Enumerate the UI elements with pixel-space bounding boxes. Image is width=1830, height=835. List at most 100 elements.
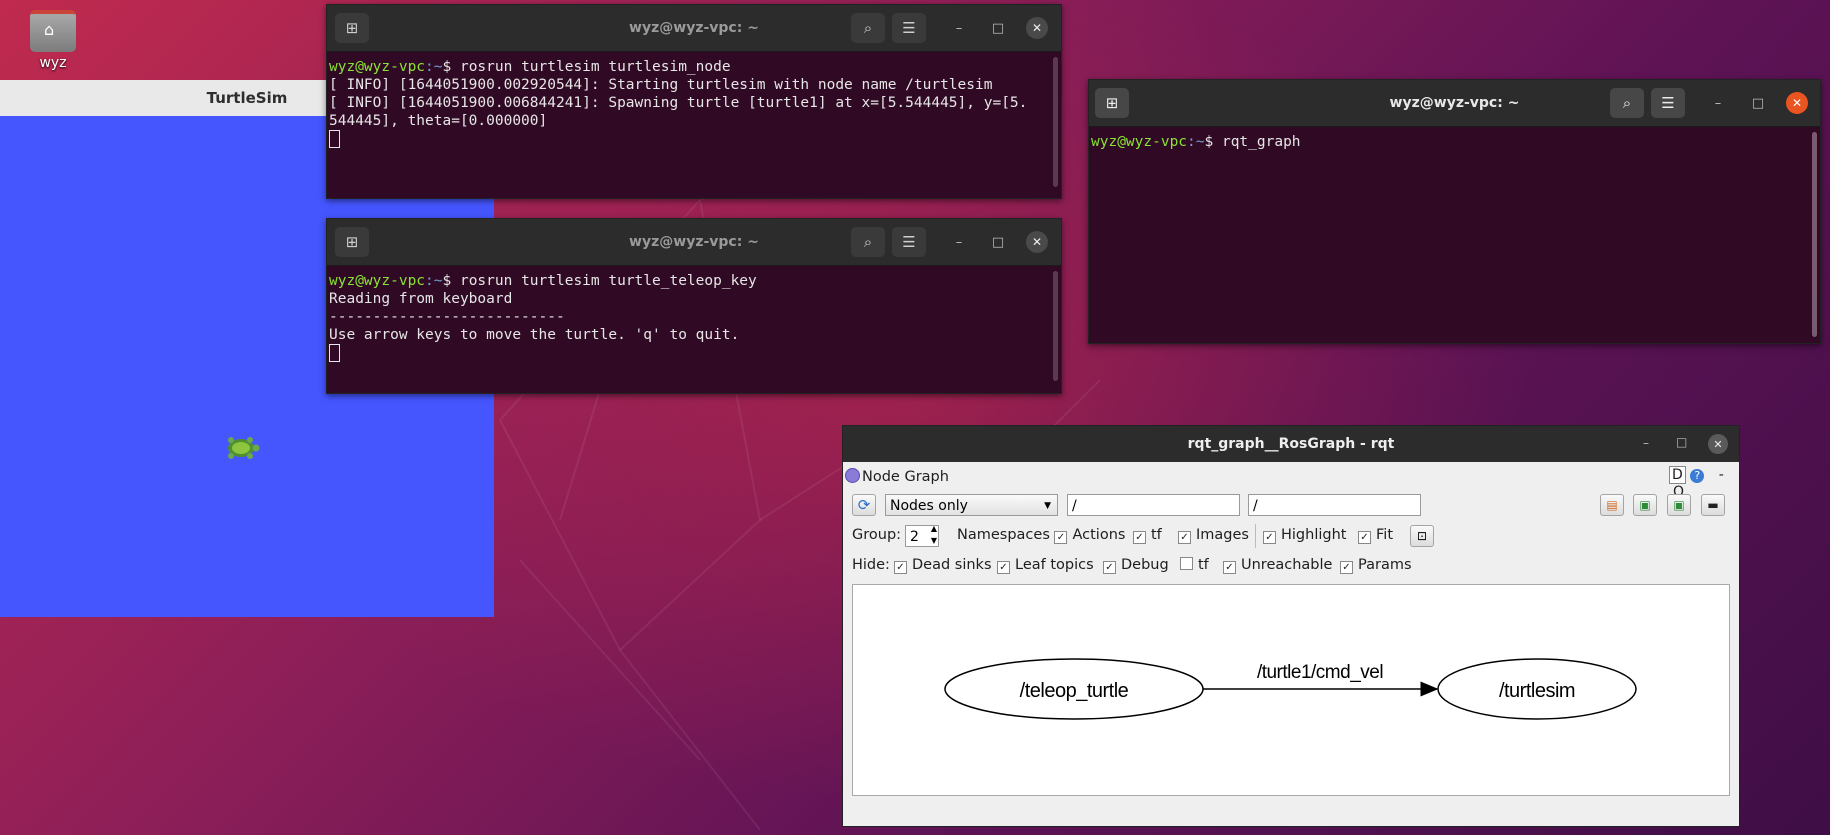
leaf-topics-checkbox[interactable]: ✓ — [997, 561, 1010, 574]
minimize-icon[interactable]: – — [1707, 92, 1729, 114]
maximize-icon[interactable]: □ — [987, 17, 1009, 39]
namespaces-option[interactable]: Namespaces ✓ Actions — [957, 527, 1125, 544]
edge-cmd-vel-label: /turtle1/cmd_vel — [1257, 662, 1383, 683]
terminal-rqt-graph[interactable]: ⊞ wyz@wyz-vpc: ~ ⌕ ☰ – □ ✕ wyz@wyz-vpc:~… — [1088, 79, 1821, 344]
images-checkbox[interactable]: ✓ — [1178, 531, 1191, 544]
highlight-option[interactable]: ✓ Highlight — [1263, 527, 1346, 544]
prompt-path: :~ — [1187, 134, 1205, 150]
highlight-checkbox[interactable]: ✓ — [1263, 531, 1276, 544]
terminal-output[interactable]: wyz@wyz-vpc:~$ rosrun turtlesim turtle_t… — [327, 266, 1061, 364]
node-turtlesim-label: /turtlesim — [1499, 680, 1575, 702]
home-icon: ⌂ — [44, 20, 55, 39]
save-image-icon[interactable]: ▬ — [1701, 494, 1725, 516]
hamburger-menu-icon[interactable]: ☰ — [892, 227, 926, 257]
save-dot-icon[interactable]: ▣ — [1633, 494, 1657, 516]
terminal-output[interactable]: wyz@wyz-vpc:~$ rosrun turtlesim turtlesi… — [327, 52, 1061, 150]
spin-arrows-icon[interactable]: ▲ ▼ — [931, 523, 937, 547]
save-svg-icon[interactable]: ▣ — [1667, 494, 1691, 516]
hide-tf-option[interactable]: tf — [1180, 557, 1209, 573]
terminal-turtlesim-node[interactable]: ⊞ wyz@wyz-vpc: ~ ⌕ ☰ – □ ✕ wyz@wyz-vpc:~… — [326, 4, 1062, 199]
new-tab-icon[interactable]: ⊞ — [335, 13, 369, 43]
rqt-title: rqt_graph__RosGraph - rqt — [1187, 436, 1395, 452]
topic-filter-input[interactable]: / — [1248, 494, 1421, 516]
plugin-dock-button[interactable]: D — [1669, 466, 1686, 484]
tf-checkbox[interactable]: ✓ — [1133, 531, 1146, 544]
plugin-title: Node Graph — [862, 469, 949, 485]
minimize-icon[interactable]: – — [948, 231, 970, 253]
desktop-home-icon[interactable]: ⌂ wyz — [28, 10, 78, 71]
prompt-user: wyz@wyz-vpc — [329, 273, 426, 289]
new-tab-icon[interactable]: ⊞ — [335, 227, 369, 257]
hide-tf-label: tf — [1198, 557, 1209, 573]
leaf-topics-label: Leaf topics — [1015, 557, 1094, 573]
images-option[interactable]: ✓ Images — [1178, 527, 1249, 544]
debug-label: Debug — [1121, 557, 1169, 573]
terminal-teleop-key[interactable]: ⊞ wyz@wyz-vpc: ~ ⌕ ☰ – □ ✕ wyz@wyz-vpc:~… — [326, 218, 1062, 394]
search-icon[interactable]: ⌕ — [851, 13, 885, 43]
close-icon[interactable]: ✕ — [1708, 434, 1728, 454]
mode-select[interactable]: Nodes only ▼ — [885, 494, 1058, 516]
scrollbar[interactable] — [1053, 57, 1058, 187]
search-icon[interactable]: ⌕ — [851, 227, 885, 257]
fit-option[interactable]: ✓ Fit — [1358, 527, 1393, 544]
group-spinbox[interactable]: 2 ▲ ▼ — [905, 523, 939, 547]
hide-tf-checkbox[interactable] — [1180, 557, 1193, 570]
node-teleop-turtle-label: /teleop_turtle — [1020, 680, 1129, 702]
scrollbar[interactable] — [1812, 132, 1817, 337]
plugin-header: Node Graph — [845, 468, 949, 485]
scrollbar[interactable] — [1053, 271, 1058, 381]
maximize-icon[interactable]: □ — [1676, 435, 1687, 449]
rqt-titlebar[interactable]: rqt_graph__RosGraph - rqt – □ ✕ — [843, 426, 1739, 462]
leaf-topics-option[interactable]: ✓ Leaf topics — [997, 557, 1094, 574]
hamburger-menu-icon[interactable]: ☰ — [892, 13, 926, 43]
close-icon[interactable]: ✕ — [1026, 17, 1048, 39]
command-text: $ rosrun turtlesim turtle_teleop_key — [442, 273, 757, 289]
unreachable-checkbox[interactable]: ✓ — [1223, 561, 1236, 574]
group-label: Group: — [852, 527, 902, 543]
fit-in-view-icon[interactable]: ⊡ — [1410, 525, 1434, 547]
params-label: Params — [1358, 557, 1412, 573]
prompt-path: :~ — [425, 273, 443, 289]
images-label: Images — [1196, 527, 1249, 543]
close-icon[interactable]: ✕ — [1786, 92, 1808, 114]
new-tab-icon[interactable]: ⊞ — [1095, 88, 1129, 118]
graph-canvas[interactable]: /teleop_turtle /turtlesim /turtle1/cmd_v… — [852, 584, 1730, 796]
command-text: $ rosrun turtlesim turtlesim_node — [442, 59, 731, 75]
text-cursor — [329, 130, 340, 148]
plugin-icon — [845, 468, 860, 483]
rqt-window[interactable]: rqt_graph__RosGraph - rqt – □ ✕ Node Gra… — [842, 425, 1740, 827]
dead-sinks-option[interactable]: ✓ Dead sinks — [894, 557, 992, 574]
tf-option[interactable]: ✓ tf — [1133, 527, 1162, 544]
tf-label: tf — [1151, 527, 1162, 543]
separator — [1255, 524, 1256, 548]
params-checkbox[interactable]: ✓ — [1340, 561, 1353, 574]
unreachable-option[interactable]: ✓ Unreachable — [1223, 557, 1332, 574]
node-filter-input[interactable]: / — [1067, 494, 1240, 516]
hamburger-menu-icon[interactable]: ☰ — [1651, 88, 1685, 118]
terminal-titlebar[interactable]: ⊞ wyz@wyz-vpc: ~ ⌕ ☰ – □ ✕ — [327, 219, 1061, 266]
dead-sinks-checkbox[interactable]: ✓ — [894, 561, 907, 574]
terminal-output[interactable]: wyz@wyz-vpc:~$ rqt_graph — [1089, 127, 1820, 151]
refresh-icon[interactable]: ⟳ — [852, 494, 876, 516]
output-line: --------------------------- — [329, 309, 565, 325]
terminal-titlebar[interactable]: ⊞ wyz@wyz-vpc: ~ ⌕ ☰ – □ ✕ — [327, 5, 1061, 52]
minimize-icon[interactable]: – — [948, 17, 970, 39]
load-dot-icon[interactable]: ▤ — [1600, 494, 1624, 516]
search-icon[interactable]: ⌕ — [1610, 88, 1644, 118]
prompt-user: wyz@wyz-vpc — [1091, 134, 1188, 150]
help-icon[interactable]: ? — [1690, 469, 1705, 483]
debug-option[interactable]: ✓ Debug — [1103, 557, 1169, 574]
unreachable-label: Unreachable — [1241, 557, 1333, 573]
params-option[interactable]: ✓ Params — [1340, 557, 1412, 574]
fit-checkbox[interactable]: ✓ — [1358, 531, 1371, 544]
ros-graph: /teleop_turtle /turtlesim /turtle1/cmd_v… — [944, 658, 1637, 720]
namespaces-checkbox[interactable]: ✓ — [1054, 531, 1068, 544]
debug-checkbox[interactable]: ✓ — [1103, 561, 1116, 574]
terminal-titlebar[interactable]: ⊞ wyz@wyz-vpc: ~ ⌕ ☰ – □ ✕ — [1089, 80, 1820, 127]
prompt-path: :~ — [425, 59, 443, 75]
close-icon[interactable]: ✕ — [1026, 231, 1048, 253]
minimize-icon[interactable]: – — [1643, 436, 1649, 450]
maximize-icon[interactable]: □ — [1747, 92, 1769, 114]
plugin-minimize-button[interactable]: - — [1719, 467, 1724, 483]
maximize-icon[interactable]: □ — [987, 231, 1009, 253]
